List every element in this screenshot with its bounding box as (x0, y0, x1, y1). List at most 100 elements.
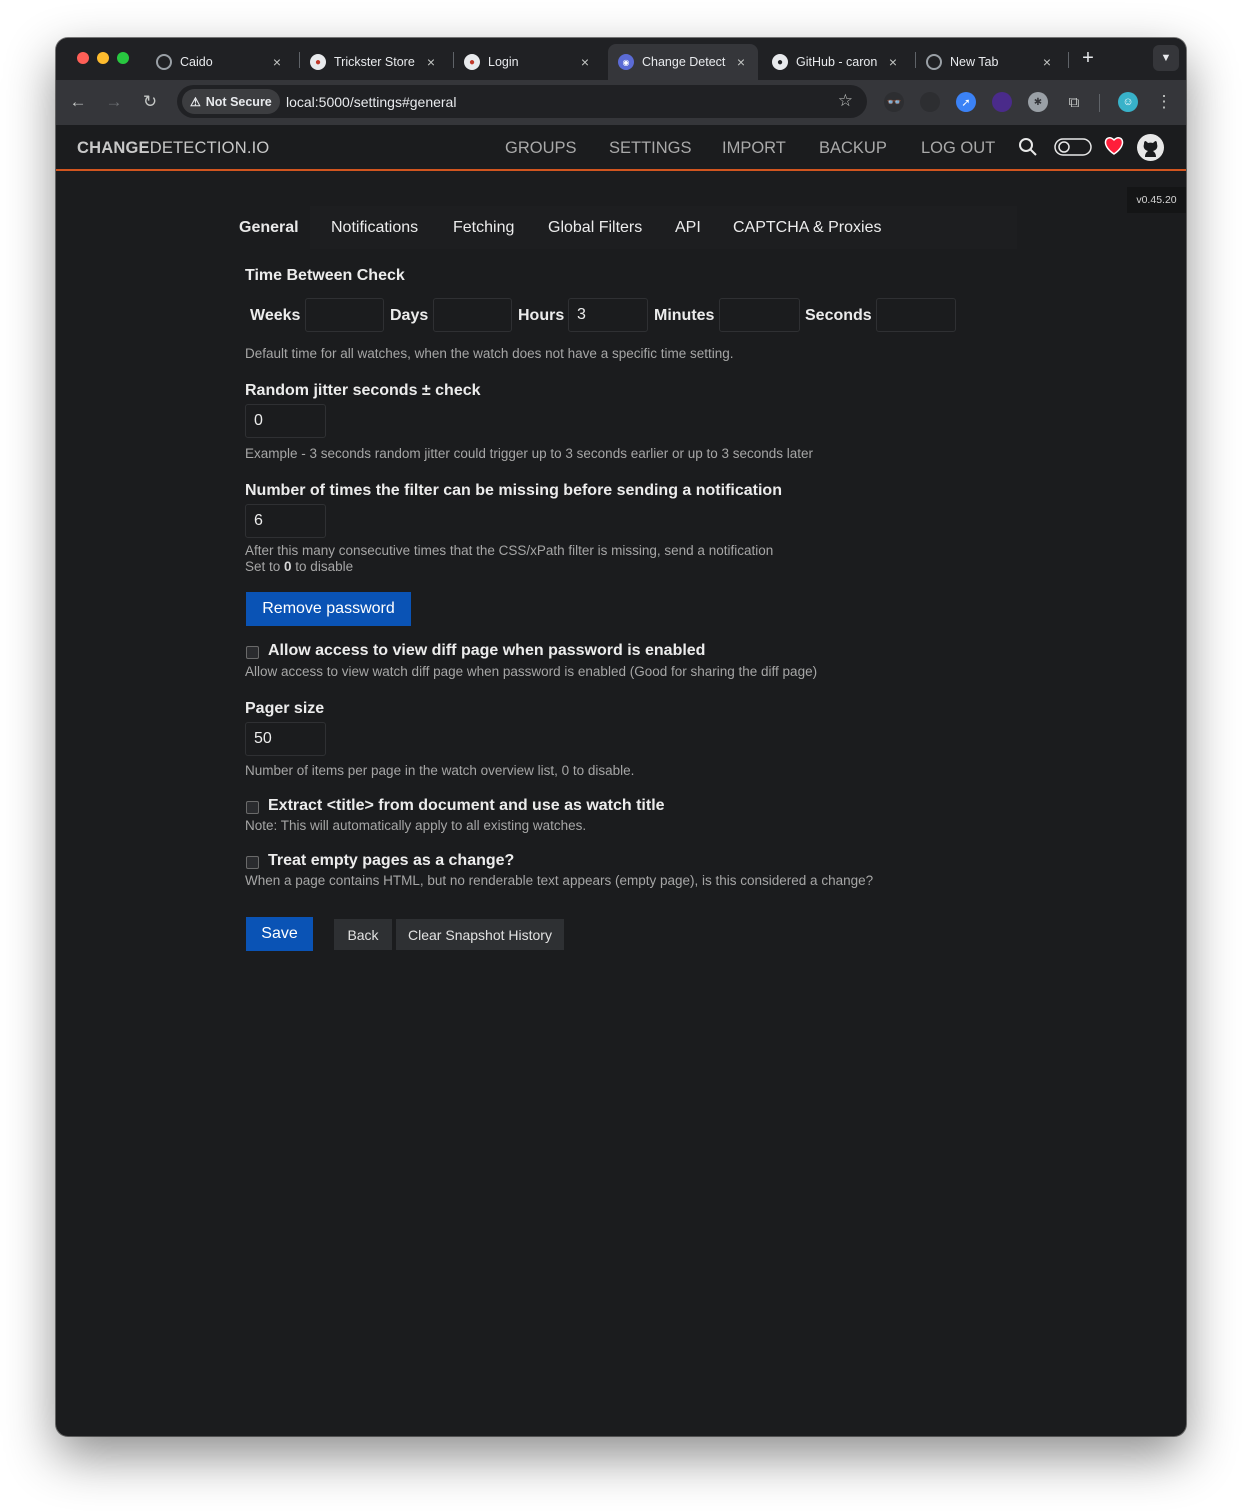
back-arrow-icon[interactable]: ← (68, 92, 88, 112)
remove-password-button[interactable]: Remove password (246, 592, 411, 626)
minutes-label: Minutes (654, 307, 715, 324)
time-between-check-label: Time Between Check (245, 267, 405, 284)
hours-label: Hours (518, 307, 565, 324)
close-tab-icon[interactable]: × (424, 54, 438, 70)
tab-notifications[interactable]: Notifications (317, 206, 432, 249)
extension-gear-icon[interactable]: ✱ (1028, 92, 1048, 112)
pager-size-input[interactable]: 50 (245, 722, 326, 756)
github-icon[interactable] (1136, 133, 1165, 167)
pager-size-help: Number of items per page in the watch ov… (245, 763, 635, 778)
tab-general[interactable]: General (225, 206, 310, 249)
close-tab-icon[interactable]: × (1040, 54, 1054, 70)
bookmark-star-icon[interactable]: ☆ (838, 91, 853, 111)
hours-input[interactable]: 3 (568, 298, 648, 332)
close-window-button[interactable] (77, 52, 89, 64)
browser-tab-github[interactable]: ● GitHub - caron × (762, 44, 910, 80)
tab-title: Change Detect (642, 55, 726, 69)
help-zero: 0 (284, 559, 292, 574)
forward-arrow-icon[interactable]: → (104, 92, 124, 112)
jitter-label: Random jitter seconds ± check (245, 382, 481, 399)
seconds-input[interactable] (876, 298, 956, 332)
warning-icon: ⚠ (190, 94, 201, 109)
tab-search-button[interactable]: ▼ (1153, 45, 1179, 71)
nav-import[interactable]: IMPORT (722, 139, 786, 158)
browser-tab-change-detection[interactable]: ◉ Change Detect × (608, 44, 758, 80)
github-icon: ● (772, 54, 788, 70)
close-tab-icon[interactable]: × (578, 54, 592, 70)
extract-title-label[interactable]: Extract <title> from document and use as… (268, 797, 665, 815)
profile-avatar[interactable]: ☺ (1118, 92, 1138, 112)
version-badge: v0.45.20 (1127, 187, 1186, 213)
extension-compass-icon[interactable]: ➚ (956, 92, 976, 112)
save-button[interactable]: Save (246, 917, 313, 951)
weeks-label: Weeks (250, 307, 301, 324)
tab-divider (1068, 52, 1069, 68)
extension-glasses-icon[interactable]: 👓 (884, 92, 904, 112)
jitter-help: Example - 3 seconds random jitter could … (245, 446, 814, 461)
address-bar[interactable]: ⚠ Not Secure local:5000/settings#general… (177, 85, 867, 118)
extensions-puzzle-icon[interactable]: ⧉ (1064, 92, 1084, 112)
brand-bold: CHANGE (77, 139, 150, 157)
more-menu-icon[interactable]: ⋮ (1154, 92, 1174, 112)
filter-missing-input[interactable]: 6 (245, 504, 326, 538)
nav-log-out[interactable]: LOG OUT (921, 139, 995, 158)
tab-title: GitHub - caron (796, 55, 878, 69)
extract-title-checkbox[interactable] (246, 801, 259, 814)
allow-diff-checkbox[interactable] (246, 646, 259, 659)
browser-tab-new-tab[interactable]: New Tab × (916, 44, 1064, 80)
weeks-input[interactable] (305, 298, 384, 332)
jitter-input[interactable]: 0 (245, 404, 326, 438)
security-label: Not Secure (205, 94, 272, 109)
url-text[interactable]: local:5000/settings#general (286, 94, 456, 110)
reload-icon[interactable]: ↻ (140, 92, 160, 112)
back-button[interactable]: Back (334, 919, 392, 950)
settings-tabs: General Notifications Fetching Global Fi… (225, 206, 1017, 249)
browser-tab-trickster[interactable]: ● Trickster Store × (300, 44, 448, 80)
changedetection-icon: ◉ (618, 54, 634, 70)
search-icon[interactable] (1018, 137, 1038, 162)
empty-pages-checkbox[interactable] (246, 856, 259, 869)
new-tab-button[interactable]: + (1076, 47, 1100, 70)
dark-mode-toggle-icon[interactable] (1054, 138, 1092, 161)
extract-title-help: Note: This will automatically apply to a… (245, 818, 587, 833)
tab-api[interactable]: API (661, 206, 715, 249)
app-logo[interactable]: CHANGEDETECTION.IO (77, 139, 269, 158)
heart-icon[interactable] (1103, 135, 1125, 162)
empty-pages-label[interactable]: Treat empty pages as a change? (268, 852, 514, 870)
maximize-window-button[interactable] (117, 52, 129, 64)
close-tab-icon[interactable]: × (734, 54, 748, 70)
browser-tab-login[interactable]: ● Login × (454, 44, 602, 80)
nav-settings[interactable]: SETTINGS (609, 139, 692, 158)
nav-groups[interactable]: GROUPS (505, 139, 577, 158)
days-label: Days (390, 307, 429, 324)
app-navbar: CHANGEDETECTION.IO GROUPS SETTINGS IMPOR… (56, 125, 1186, 171)
browser-tab-caido[interactable]: Caido × (146, 44, 294, 80)
nav-backup[interactable]: BACKUP (819, 139, 887, 158)
minimize-window-button[interactable] (97, 52, 109, 64)
minutes-input[interactable] (719, 298, 800, 332)
days-input[interactable] (433, 298, 512, 332)
browser-window: Caido × ● Trickster Store × ● Login × ◉ … (56, 38, 1186, 1436)
close-tab-icon[interactable]: × (886, 54, 900, 70)
extension-purple-icon[interactable] (992, 92, 1012, 112)
toolbar-divider (1099, 94, 1100, 112)
tab-title: Login (488, 55, 519, 69)
login-site-icon: ● (464, 54, 480, 70)
empty-pages-help: When a page contains HTML, but no render… (245, 873, 874, 888)
tab-captcha-proxies[interactable]: CAPTCHA & Proxies (719, 206, 895, 249)
tab-fetching[interactable]: Fetching (439, 206, 528, 249)
general-settings-panel: Time Between Check Weeks Days Hours 3 Mi… (225, 249, 1017, 993)
clear-snapshot-history-button[interactable]: Clear Snapshot History (396, 919, 564, 950)
filter-missing-disable-help: Set to 0 to disable (245, 559, 353, 574)
time-between-check-help: Default time for all watches, when the w… (245, 346, 734, 361)
security-chip[interactable]: ⚠ Not Secure (182, 89, 280, 114)
close-tab-icon[interactable]: × (270, 54, 284, 70)
allow-diff-label[interactable]: Allow access to view diff page when pass… (268, 642, 705, 660)
pager-size-label: Pager size (245, 700, 325, 717)
chrome-icon (926, 54, 942, 70)
chevron-down-icon: ▼ (1160, 52, 1172, 64)
tab-global-filters[interactable]: Global Filters (534, 206, 656, 249)
brand-rest: DETECTION.IO (149, 139, 270, 157)
extension-http-icon[interactable] (920, 92, 940, 112)
settings-container: General Notifications Fetching Global Fi… (225, 206, 1017, 993)
